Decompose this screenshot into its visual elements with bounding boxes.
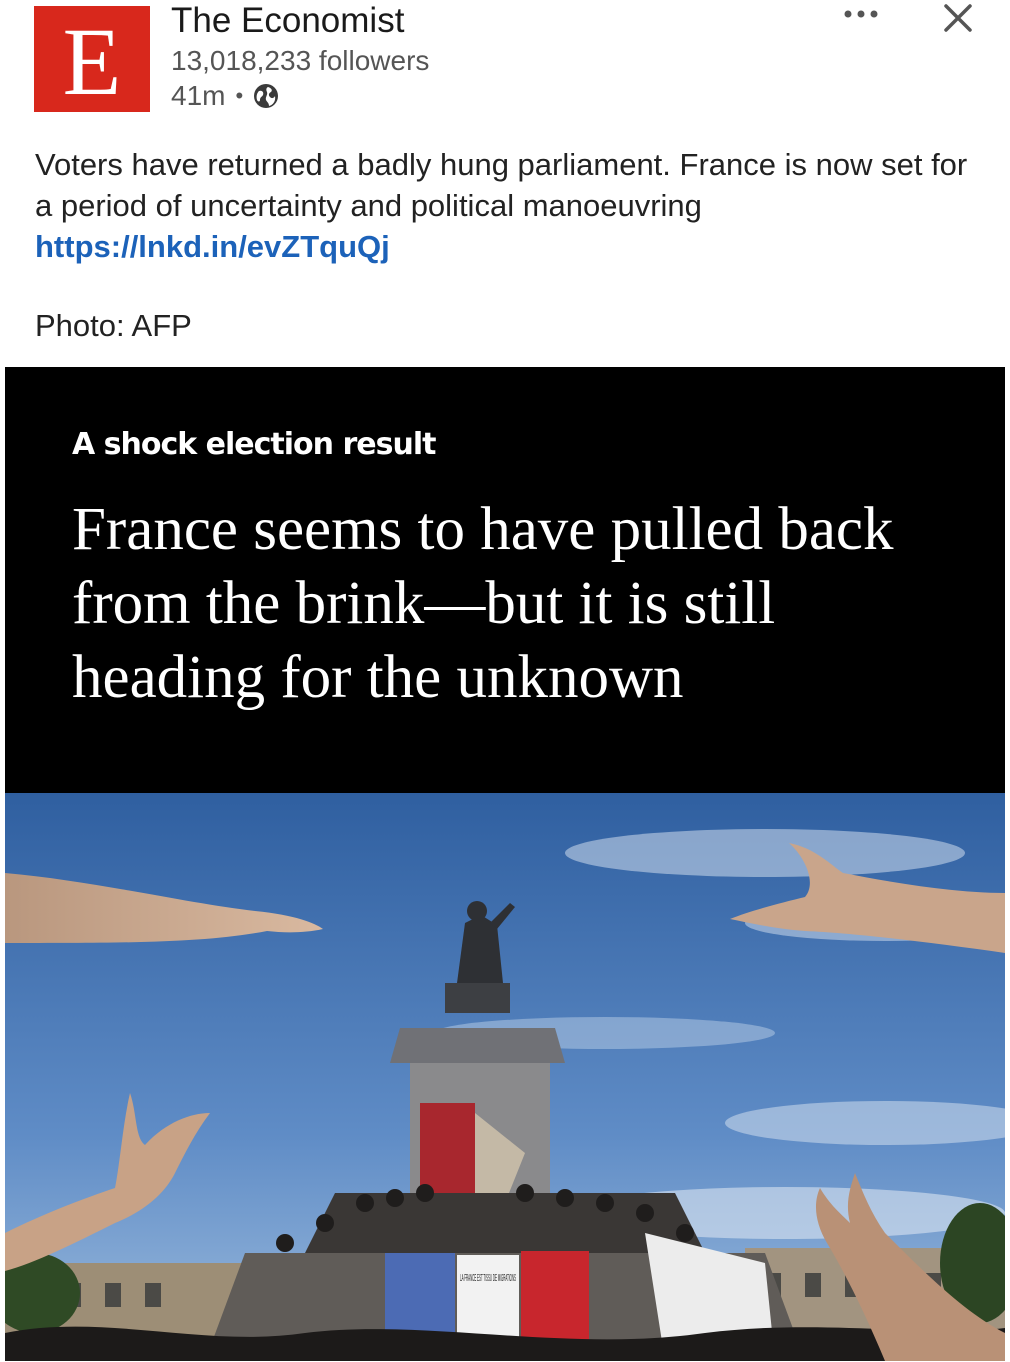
photo-credit: Photo: AFP xyxy=(35,308,192,343)
post-meta: 41m • xyxy=(171,79,279,113)
post-text: Voters have returned a badly hung parlia… xyxy=(35,147,968,223)
economist-logo[interactable]: E xyxy=(34,6,150,112)
follower-count: 13,018,233 followers xyxy=(171,45,430,76)
article-card[interactable]: A shock election result France seems to … xyxy=(5,367,1005,1361)
article-headline: France seems to have pulled back from th… xyxy=(72,496,894,711)
post-link[interactable]: https://lnkd.in/evZTquQj xyxy=(35,229,390,264)
post-header: E The Economist 13,018,233 followers 41m… xyxy=(0,0,1010,130)
globe-icon xyxy=(253,83,279,109)
banner-text: LA FRANCE EST TISSU DE MIGRATIONS xyxy=(460,1273,516,1284)
more-icon[interactable] xyxy=(842,4,882,24)
post-time: 41m xyxy=(171,80,226,111)
author-name[interactable]: The Economist xyxy=(171,0,404,42)
article-photo: LA FRANCE EST TISSU DE MIGRATIONS xyxy=(5,793,1005,1361)
close-icon[interactable] xyxy=(942,4,974,32)
article-kicker: A shock election result xyxy=(72,427,436,462)
meta-separator: • xyxy=(235,83,244,108)
post-body: Voters have returned a badly hung parlia… xyxy=(35,144,975,267)
logo-letter: E xyxy=(63,8,122,112)
